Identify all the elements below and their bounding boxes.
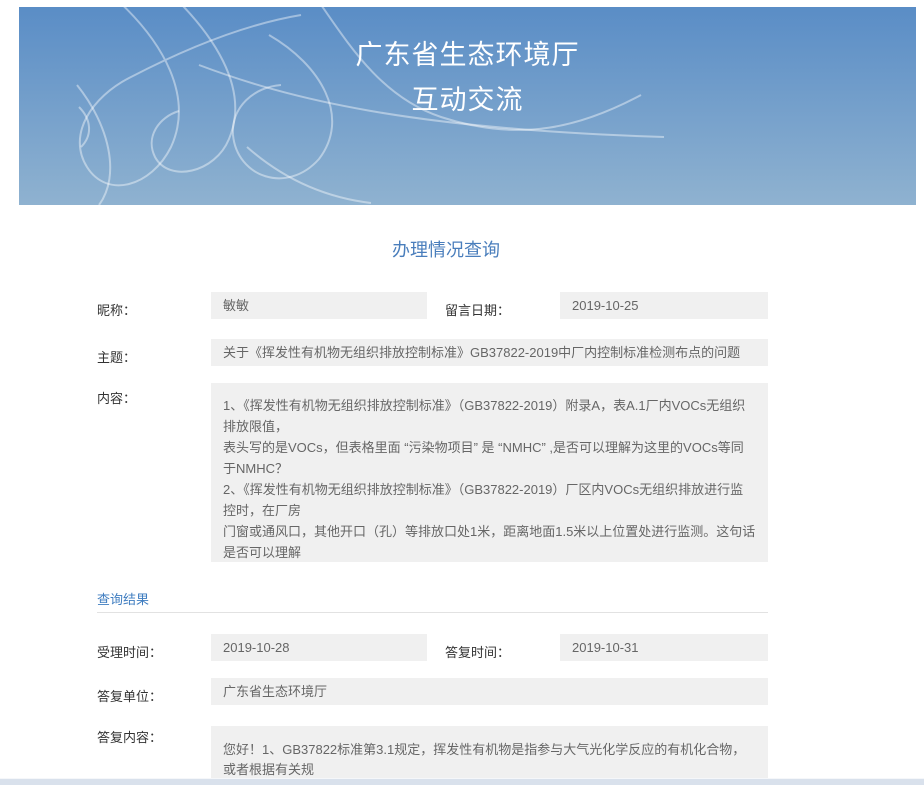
reply-content-field[interactable]: 您好！1、GB37822标准第3.1规定，挥发性有机物是指参与大气光化学反应的有… xyxy=(211,726,768,785)
reply-content-label: 答复内容： xyxy=(97,727,162,746)
content-label: 内容： xyxy=(97,388,136,407)
reply-unit-field[interactable]: 广东省生态环境厅 xyxy=(211,678,768,705)
subject-field[interactable]: 关于《挥发性有机物无组织排放控制标准》GB37822-2019中厂内控制标准检测… xyxy=(211,339,768,366)
subject-label: 主题： xyxy=(97,347,136,366)
accept-time-label: 受理时间： xyxy=(97,642,162,661)
nickname-label: 昵称： xyxy=(97,300,136,319)
section-divider xyxy=(97,612,768,613)
message-date-field[interactable]: 2019-10-25 xyxy=(560,292,768,319)
message-date-label: 留言日期： xyxy=(445,300,510,319)
site-title: 广东省生态环境厅 xyxy=(19,33,916,78)
horizontal-scrollbar-thumb[interactable] xyxy=(0,779,924,785)
nickname-field[interactable]: 敏敏 xyxy=(211,292,427,319)
banner-titles: 广东省生态环境厅 互动交流 xyxy=(19,33,916,123)
accept-time-field[interactable]: 2019-10-28 xyxy=(211,634,427,661)
reply-unit-label: 答复单位： xyxy=(97,686,162,705)
site-subtitle: 互动交流 xyxy=(19,78,916,123)
content-field[interactable]: 1、《挥发性有机物无组织排放控制标准》（GB37822-2019）附录A，表A.… xyxy=(211,383,768,562)
banner: 广东省生态环境厅 互动交流 xyxy=(19,7,916,205)
reply-time-field[interactable]: 2019-10-31 xyxy=(560,634,768,661)
page: 广东省生态环境厅 互动交流 办理情况查询 昵称： 敏敏 留言日期： 2019-1… xyxy=(0,0,924,785)
reply-time-label: 答复时间： xyxy=(445,642,510,661)
query-result-caption: 查询结果 xyxy=(97,589,149,608)
horizontal-scrollbar-track[interactable] xyxy=(0,778,924,785)
page-title: 办理情况查询 xyxy=(0,236,892,262)
